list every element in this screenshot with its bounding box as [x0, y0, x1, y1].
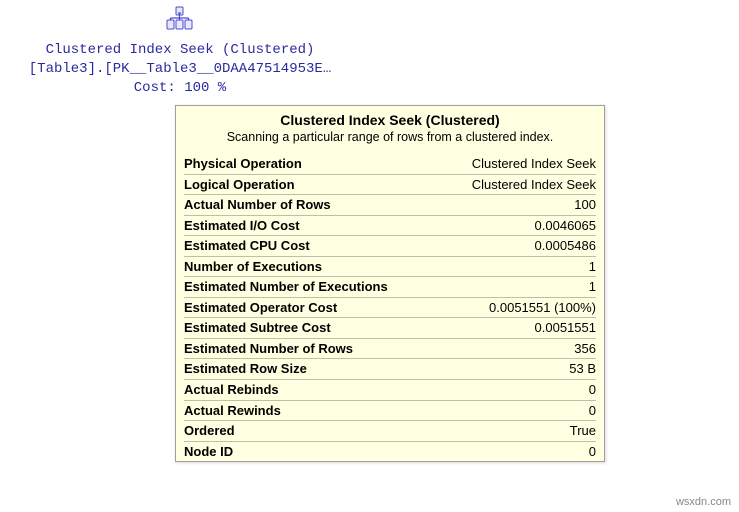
property-label: Ordered: [184, 422, 235, 440]
property-row: Estimated Operator Cost 0.0051551 (100%): [184, 298, 596, 319]
property-row: Number of Executions 1: [184, 257, 596, 278]
property-label: Actual Number of Rows: [184, 196, 331, 214]
property-label: Estimated Subtree Cost: [184, 319, 331, 337]
property-row: Node ID 0: [184, 442, 596, 462]
property-label: Actual Rewinds: [184, 402, 281, 420]
property-label: Estimated Row Size: [184, 360, 307, 378]
plan-node-title: Clustered Index Seek (Clustered): [0, 41, 360, 60]
property-value: 1: [589, 258, 596, 276]
property-value: 0: [589, 443, 596, 461]
operator-tooltip: Clustered Index Seek (Clustered) Scannin…: [175, 105, 605, 462]
property-value: 0.0046065: [535, 217, 596, 235]
property-row: Estimated I/O Cost 0.0046065: [184, 216, 596, 237]
property-value: 356: [574, 340, 596, 358]
tooltip-title: Clustered Index Seek (Clustered): [184, 112, 596, 128]
property-value: True: [570, 422, 596, 440]
property-row: Estimated Row Size 53 B: [184, 359, 596, 380]
property-row: Estimated Number of Executions 1: [184, 277, 596, 298]
property-value: 0.0051551 (100%): [489, 299, 596, 317]
plan-node-object: [Table3].[PK__Table3__0DAA47514953E…: [0, 60, 360, 79]
property-value: 53 B: [569, 360, 596, 378]
property-label: Node ID: [184, 443, 233, 461]
watermark: wsxdn.com: [676, 496, 731, 508]
plan-node-cost: Cost: 100 %: [0, 79, 360, 98]
property-label: Estimated Operator Cost: [184, 299, 337, 317]
property-row: Actual Rewinds 0: [184, 401, 596, 422]
property-value: 0.0005486: [535, 237, 596, 255]
property-row: Logical Operation Clustered Index Seek: [184, 175, 596, 196]
property-row: Physical Operation Clustered Index Seek: [184, 154, 596, 175]
tooltip-description: Scanning a particular range of rows from…: [184, 130, 596, 144]
property-label: Logical Operation: [184, 176, 295, 194]
property-label: Estimated Number of Executions: [184, 278, 388, 296]
property-value: 0: [589, 402, 596, 420]
clustered-index-seek-icon: [165, 6, 195, 39]
property-row: Actual Number of Rows 100: [184, 195, 596, 216]
property-value: 1: [589, 278, 596, 296]
property-label: Actual Rebinds: [184, 381, 279, 399]
property-label: Number of Executions: [184, 258, 322, 276]
property-label: Estimated CPU Cost: [184, 237, 310, 255]
property-row: Estimated Subtree Cost 0.0051551: [184, 318, 596, 339]
property-row: Actual Rebinds 0: [184, 380, 596, 401]
property-value: 100: [574, 196, 596, 214]
property-row: Estimated Number of Rows 356: [184, 339, 596, 360]
property-value: 0: [589, 381, 596, 399]
execution-plan-node[interactable]: Clustered Index Seek (Clustered) [Table3…: [0, 6, 360, 98]
property-row: Estimated CPU Cost 0.0005486: [184, 236, 596, 257]
property-value: Clustered Index Seek: [472, 176, 596, 194]
property-label: Estimated I/O Cost: [184, 217, 300, 235]
property-label: Estimated Number of Rows: [184, 340, 353, 358]
property-value: Clustered Index Seek: [472, 155, 596, 173]
tooltip-properties: Physical OperationClustered Index SeekLo…: [184, 154, 596, 461]
property-label: Physical Operation: [184, 155, 302, 173]
property-row: Ordered True: [184, 421, 596, 442]
property-value: 0.0051551: [535, 319, 596, 337]
